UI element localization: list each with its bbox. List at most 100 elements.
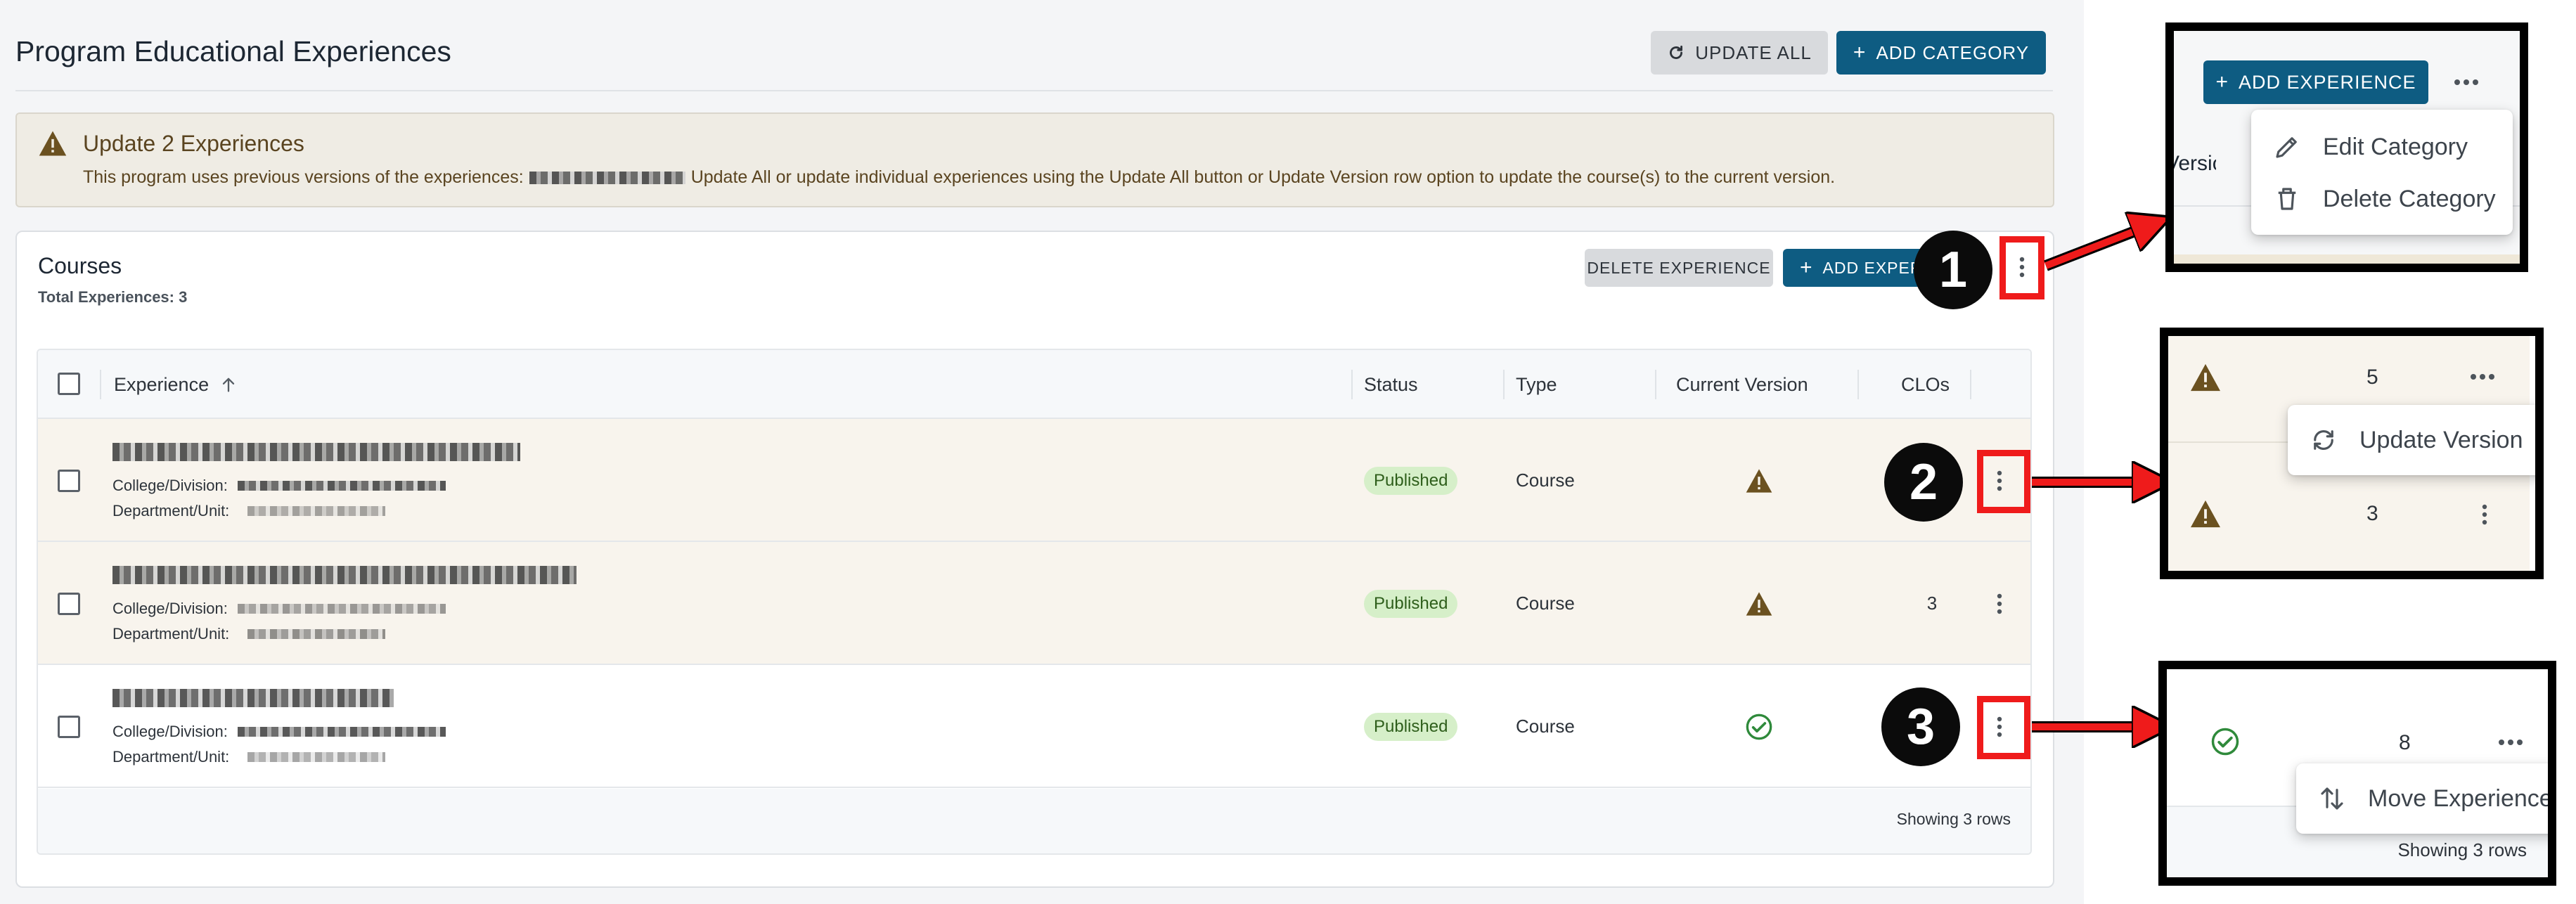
add-experience-label: ADD EXPERIENCE	[2238, 71, 2416, 93]
department-meta: Department/Unit:	[112, 625, 391, 643]
annotation-box-1	[1999, 236, 2044, 299]
department-label: Department/Unit:	[112, 502, 230, 519]
redacted-department	[247, 629, 386, 639]
clos-cell: 3	[1926, 593, 1938, 614]
update-all-label: UPDATE ALL	[1695, 41, 1812, 63]
plus-icon: +	[1853, 41, 1867, 64]
warning-icon	[39, 131, 67, 156]
column-divider	[1857, 370, 1859, 399]
warning-banner: Update 2 Experiences This program uses p…	[15, 112, 2054, 207]
redacted-college	[237, 604, 446, 614]
column-divider	[1503, 370, 1505, 399]
college-label: College/Division:	[112, 600, 228, 617]
table-row[interactable]: College/Division: Department/Unit: Publi…	[38, 419, 2030, 542]
add-experience-button[interactable]: + ADD EXPERIENCE	[2203, 60, 2428, 104]
delete-experience-button[interactable]: DELETE EXPERIENCE	[1585, 249, 1773, 287]
redacted-department	[247, 752, 386, 762]
column-clos[interactable]: CLOs	[1901, 350, 1950, 419]
redacted-experience-name	[112, 566, 577, 584]
zoom-panel-update-version: 5 3 Update Version	[2160, 328, 2544, 579]
row-checkbox[interactable]	[58, 593, 80, 615]
column-divider	[100, 370, 101, 399]
status-badge: Published	[1364, 467, 1458, 495]
row-checkbox[interactable]	[58, 716, 80, 738]
college-label: College/Division:	[112, 723, 228, 740]
warn-row-edge	[2174, 254, 2520, 264]
more-horizontal-icon[interactable]	[2465, 363, 2500, 391]
column-current-version[interactable]: Current Version	[1676, 350, 1808, 419]
select-all-checkbox[interactable]	[58, 373, 80, 395]
callout-2: 2	[1884, 443, 1963, 522]
column-type[interactable]: Type	[1516, 350, 1557, 419]
kebab-icon[interactable]	[2471, 501, 2499, 529]
category-title: Courses	[38, 253, 122, 278]
column-divider	[1970, 370, 1971, 399]
row-checkbox[interactable]	[58, 470, 80, 492]
menu-move-experience[interactable]: Move Experience	[2296, 773, 2553, 824]
table-footer: Showing 3 rows	[38, 789, 2030, 853]
add-category-button[interactable]: + ADD CATEGORY	[1836, 31, 2046, 75]
menu-move-experience-label: Move Experience	[2368, 784, 2553, 812]
banner-text: This program uses previous versions of t…	[83, 167, 1835, 188]
redacted-department	[247, 506, 386, 516]
partial-header-text: Version	[2174, 152, 2216, 175]
table-header: Experience Status Type Current Version C…	[38, 350, 2030, 419]
sync-icon	[2314, 430, 2333, 450]
update-all-button[interactable]: UPDATE ALL	[1651, 31, 1828, 75]
menu-edit-category[interactable]: Edit Category	[2251, 122, 2513, 172]
clos-cell: 5	[2366, 366, 2378, 389]
trash-icon	[2278, 188, 2296, 210]
sort-ascending-icon	[222, 377, 235, 392]
experiences-table: Experience Status Type Current Version C…	[37, 349, 2032, 855]
plus-icon: +	[2215, 70, 2229, 93]
callout-3: 3	[1881, 687, 1960, 766]
department-label: Department/Unit:	[112, 748, 230, 766]
banner-text-before: This program uses previous versions of t…	[83, 167, 524, 187]
row-count: Showing 3 rows	[1896, 810, 2011, 828]
redacted-college	[237, 727, 446, 737]
column-status[interactable]: Status	[1364, 350, 1418, 419]
warning-icon	[1746, 469, 1772, 493]
clos-cell: 3	[2366, 502, 2378, 525]
add-experience-label: ADD EXPER	[1822, 258, 1923, 277]
column-experience[interactable]: Experience	[114, 350, 238, 419]
plus-icon: +	[1800, 256, 1813, 279]
warning-icon	[1746, 592, 1772, 616]
college-meta: College/Division:	[112, 477, 451, 495]
add-category-label: ADD CATEGORY	[1876, 41, 2030, 63]
redacted-experience-name	[112, 443, 520, 461]
table-row[interactable]: College/Division: Department/Unit: Publi…	[38, 542, 2030, 665]
college-label: College/Division:	[112, 477, 228, 494]
column-experience-label: Experience	[114, 373, 210, 395]
menu-delete-category[interactable]: Delete Category	[2251, 174, 2513, 224]
more-horizontal-icon[interactable]	[2492, 728, 2530, 756]
row-count: Showing 3 rows	[2397, 839, 2527, 860]
redacted-experience-name	[112, 689, 394, 707]
row-menu: Update Version	[2288, 405, 2535, 475]
check-circle-icon	[2211, 728, 2239, 756]
annotation-box-2	[1977, 450, 2030, 513]
row-actions-kebab-icon[interactable]	[1985, 590, 2014, 618]
redacted-college	[237, 481, 446, 491]
pencil-icon	[2276, 137, 2297, 158]
column-divider	[1655, 370, 1656, 399]
category-menu: Edit Category Delete Category	[2251, 110, 2513, 235]
banner-title: Update 2 Experiences	[83, 131, 304, 156]
menu-update-version[interactable]: Update Version	[2288, 415, 2535, 465]
partial-header: Version	[2174, 152, 2216, 176]
banner-text-after: Update All or update individual experien…	[690, 167, 1836, 187]
main-panel: Program Educational Experiences UPDATE A…	[0, 0, 2084, 904]
table-row[interactable]: College/Division: Department/Unit: Publi…	[38, 665, 2030, 788]
warning-icon	[2191, 500, 2220, 528]
college-meta: College/Division:	[112, 600, 451, 618]
department-meta: Department/Unit:	[112, 502, 391, 520]
total-experiences: Total Experiences: 3	[38, 288, 188, 306]
menu-edit-category-label: Edit Category	[2323, 133, 2468, 160]
clos-cell: 8	[2399, 731, 2411, 754]
menu-delete-category-label: Delete Category	[2323, 185, 2496, 212]
column-divider	[1351, 370, 1353, 399]
status-badge: Published	[1364, 590, 1458, 618]
more-horizontal-icon[interactable]	[2444, 60, 2489, 104]
refresh-icon	[1670, 45, 1683, 59]
menu-update-version-label: Update Version	[2359, 426, 2523, 453]
